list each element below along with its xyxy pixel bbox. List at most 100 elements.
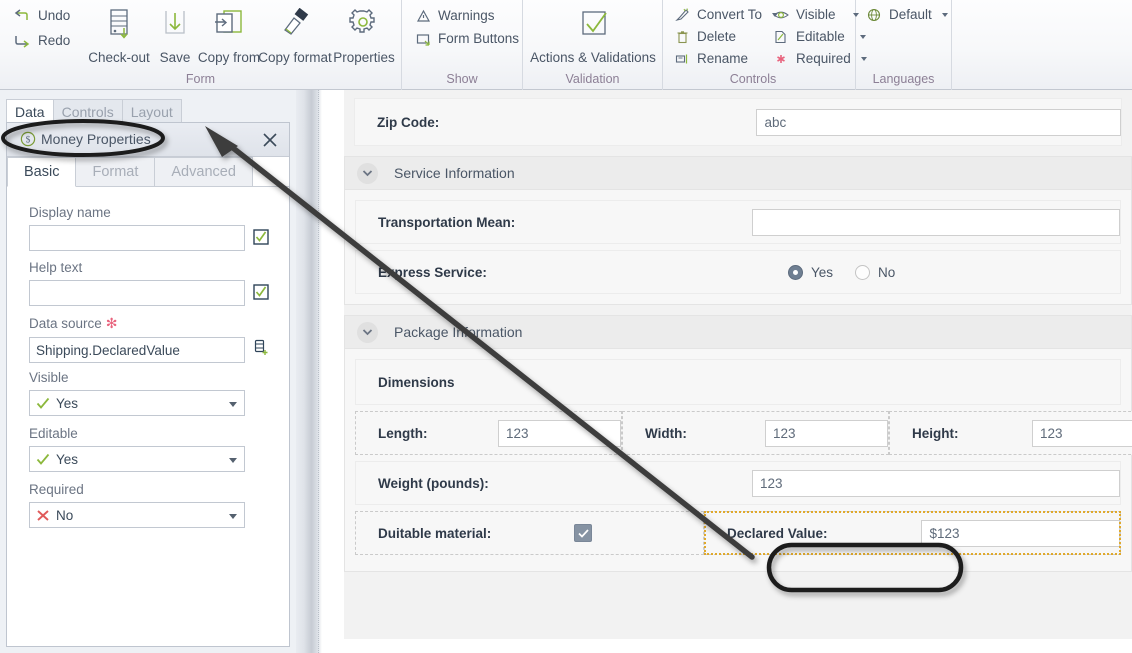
display-name-translate-checkbox[interactable]	[253, 229, 269, 248]
warnings-button[interactable]: Warnings	[416, 8, 495, 23]
dialog-tab-format[interactable]: Format	[75, 157, 156, 186]
width-input[interactable]	[765, 419, 888, 447]
undo-label: Undo	[38, 8, 71, 23]
copy-format-button[interactable]: Copy format	[258, 6, 332, 65]
section-package-information: Package Information Dimensions Length: W…	[344, 315, 1132, 572]
visible-button[interactable]: Visible	[773, 7, 859, 22]
display-name-input[interactable]	[29, 225, 245, 251]
row-bottom-fields: Duitable material: Declared Value:	[355, 511, 1121, 555]
left-properties-pane: Data Controls Layout $ Money Properties …	[0, 90, 296, 653]
undo-icon	[14, 8, 28, 20]
zip-code-input[interactable]	[756, 108, 1121, 136]
ribbon-group-validation: Actions & Validations Validation	[523, 0, 663, 90]
cell-declared-value[interactable]: Declared Value:	[704, 511, 1121, 555]
visible-label: Visible	[796, 7, 836, 22]
cell-length[interactable]: Length:	[355, 411, 622, 455]
convert-to-label: Convert To	[697, 7, 763, 22]
ribbon-group-label-languages: Languages	[872, 72, 935, 86]
chevron-down-icon	[229, 514, 237, 519]
visible-select[interactable]: Yes	[29, 390, 245, 416]
field-display-name: Display name	[29, 205, 245, 251]
weight-input[interactable]	[752, 469, 1120, 497]
duitable-material-checkbox[interactable]	[574, 524, 592, 542]
close-icon[interactable]	[260, 130, 280, 150]
globe-icon	[867, 8, 881, 21]
form-buttons-button[interactable]: Form Buttons	[416, 31, 519, 46]
money-properties-dialog: $ Money Properties Basic Format Advanced…	[6, 122, 290, 647]
form-buttons-icon	[416, 33, 430, 46]
chevron-down-icon[interactable]	[357, 162, 378, 184]
row-label-express-service: Express Service:	[378, 264, 487, 280]
required-label: Required	[796, 51, 851, 66]
row-transportation-mean: Transportation Mean:	[355, 200, 1121, 244]
required-button[interactable]: Required	[773, 51, 867, 66]
field-data-source: Data source ✻	[29, 315, 245, 363]
row-zip-code: Zip Code:	[354, 98, 1122, 146]
actions-validations-button[interactable]: Actions & Validations	[525, 6, 661, 65]
cell-height[interactable]: Height:	[889, 411, 1132, 455]
form-designer-canvas: Zip Code: Service Information Transporta…	[322, 90, 1132, 653]
row-label-width: Width:	[645, 425, 687, 441]
splitter-guide-line	[318, 90, 319, 653]
row-label-height: Height:	[912, 425, 959, 441]
actions-validations-label: Actions & Validations	[530, 50, 656, 65]
properties-button[interactable]: Properties	[327, 6, 401, 65]
section-header-service-information[interactable]: Service Information	[344, 156, 1132, 190]
transportation-mean-input[interactable]	[752, 208, 1120, 236]
row-label-duitable-material: Duitable material:	[378, 525, 492, 541]
pane-tab-controls[interactable]: Controls	[52, 99, 123, 123]
money-coin-icon: $	[20, 131, 36, 150]
help-text-translate-checkbox[interactable]	[253, 284, 269, 303]
redo-button[interactable]: Redo	[14, 33, 70, 48]
chevron-down-icon[interactable]	[357, 321, 378, 343]
dialog-titlebar: $ Money Properties	[7, 123, 289, 157]
height-input[interactable]	[1032, 419, 1132, 447]
field-label-visible: Visible	[29, 370, 69, 385]
editable-select[interactable]: Yes	[29, 446, 245, 472]
express-service-radio-yes[interactable]	[788, 264, 803, 280]
default-language-button[interactable]: Default	[866, 7, 948, 22]
convert-to-button[interactable]: Convert To	[675, 7, 779, 22]
pane-tab-layout[interactable]: Layout	[121, 99, 182, 123]
length-input[interactable]	[498, 419, 621, 447]
editable-value: Yes	[56, 451, 79, 467]
copy-from-button[interactable]: Copy from	[192, 6, 266, 65]
data-source-input[interactable]	[29, 337, 245, 363]
pane-tab-data[interactable]: Data	[6, 99, 54, 123]
copy-from-label: Copy from	[197, 50, 261, 65]
field-required: Required No	[29, 482, 245, 528]
cell-width[interactable]: Width:	[622, 411, 889, 455]
database-add-icon[interactable]	[253, 339, 269, 360]
field-label-required: Required	[29, 482, 84, 497]
row-label-transportation-mean: Transportation Mean:	[378, 214, 516, 230]
help-text-input[interactable]	[29, 280, 245, 306]
undo-button[interactable]: Undo	[14, 8, 70, 23]
express-service-radio-no[interactable]	[855, 264, 871, 280]
warning-triangle-icon	[416, 9, 431, 22]
required-asterisk-icon: ✻	[105, 315, 118, 331]
declared-value-input[interactable]	[921, 519, 1120, 547]
chevron-down-icon	[229, 458, 237, 463]
row-label-zip-code: Zip Code:	[377, 114, 440, 130]
section-title-package-information: Package Information	[394, 324, 523, 340]
default-language-label: Default	[889, 7, 932, 22]
row-label-weight: Weight (pounds):	[378, 475, 489, 491]
section-body-service-information: Transportation Mean: Express Service: Ye…	[344, 190, 1132, 305]
eye-icon	[773, 11, 789, 18]
editable-button[interactable]: Editable	[773, 29, 866, 44]
pane-splitter[interactable]	[296, 90, 322, 653]
ribbon-group-label-validation: Validation	[565, 72, 620, 86]
pane-tab-strip: Data Controls Layout	[6, 99, 182, 123]
cell-duitable-material[interactable]: Duitable material:	[355, 511, 704, 555]
rename-button[interactable]: Rename	[675, 51, 748, 66]
group-title-dimensions: Dimensions	[378, 374, 455, 390]
required-select[interactable]: No	[29, 502, 245, 528]
dialog-tab-advanced[interactable]: Advanced	[154, 157, 253, 186]
check-out-icon	[104, 6, 134, 46]
ribbon-group-form: Undo Redo Check-out Save Copy from Copy …	[0, 0, 402, 90]
rename-icon	[675, 54, 688, 63]
delete-button[interactable]: Delete	[675, 29, 736, 44]
section-header-package-information[interactable]: Package Information	[344, 315, 1132, 349]
section-zip-partial: Zip Code:	[344, 90, 1132, 146]
dialog-tab-basic[interactable]: Basic	[7, 157, 77, 187]
